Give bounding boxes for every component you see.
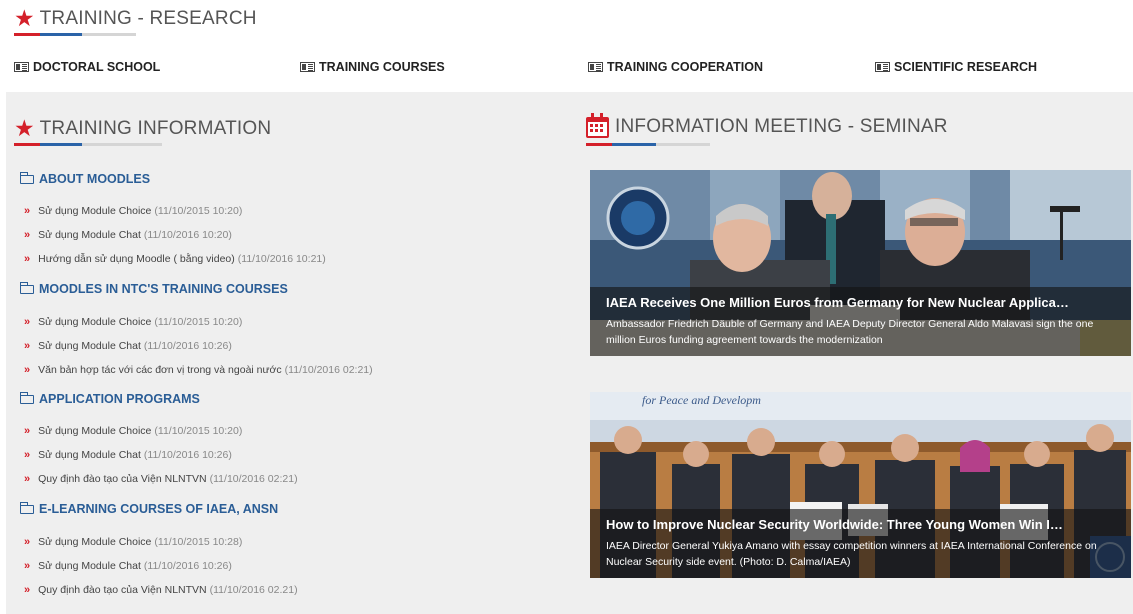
nav-training-courses[interactable]: TRAINING COURSES [300,60,445,74]
item-text: Sử dụng Module Chat [38,340,141,352]
item-text: Quy định đào tạo của Viện NLNTVN [38,584,207,596]
newspaper-icon [14,62,29,72]
meeting-underline [586,143,710,146]
newspaper-icon [875,62,890,72]
item-text: Văn bản hợp tác với các đơn vị trong và … [38,364,282,376]
category-label: E-LEARNING COURSES OF IAEA, ANSN [39,502,279,516]
nav-label: DOCTORAL SCHOOL [33,60,161,74]
category-application-programs[interactable]: APPLICATION PROGRAMS [19,391,200,406]
category-elearning-iaea[interactable]: E-LEARNING COURSES OF IAEA, ANSN [19,501,279,516]
item-date: (11/10/2015 10:20) [154,205,243,217]
nav-doctoral-school[interactable]: DOCTORAL SCHOOL [14,60,160,74]
section-header: ★ TRAINING - RESEARCH [14,7,257,30]
item-text: Sử dụng Module Choice [38,536,152,548]
training-info-title: TRAINING INFORMATION [39,117,272,139]
double-chevron-icon: » [24,364,31,376]
item-text: Hướng dẫn sử dụng Moodle ( bằng video) [38,253,235,265]
nav-label: TRAINING COOPERATION [607,60,764,74]
meeting-header: INFORMATION MEETING - SEMINAR [586,112,948,138]
item-text: Sử dụng Module Chat [38,229,141,241]
item-date: (11/10/2016 02.21) [209,584,298,596]
list-item[interactable]: » Sử dụng Module Choice (11/10/2015 10:2… [24,536,242,548]
news-card[interactable]: for Peace and Developm How to Improve Nu… [590,392,1131,578]
section-header-underline [14,33,136,36]
item-text: Sử dụng Module Choice [38,316,152,328]
item-date: (11/10/2016 10:20) [143,229,232,241]
section-header-title: TRAINING - RESEARCH [39,7,257,29]
folder-open-icon [19,501,34,514]
item-date: (11/10/2016 10:26) [143,340,232,352]
training-info-underline [14,143,162,146]
folder-open-icon [19,281,34,294]
calendar-icon [586,112,609,138]
category-about-moodles[interactable]: ABOUT MOODLES [19,171,151,186]
star-icon: ★ [14,115,35,141]
photo-banner-text: for Peace and Developm [642,393,761,407]
double-chevron-icon: » [24,229,31,241]
item-date: (11/10/2015 10:20) [154,425,243,437]
list-item[interactable]: » Sử dụng Module Choice (11/10/2015 10:2… [24,316,242,328]
double-chevron-icon: » [24,536,31,548]
double-chevron-icon: » [24,316,31,328]
double-chevron-icon: » [24,560,31,572]
list-item[interactable]: » Sử dụng Module Chat (11/10/2016 10:26) [24,340,232,352]
category-label: ABOUT MOODLES [39,172,151,186]
double-chevron-icon: » [24,205,31,217]
item-text: Sử dụng Module Choice [38,425,152,437]
training-info-header: ★ TRAINING INFORMATION [14,117,271,140]
double-chevron-icon: » [24,340,31,352]
item-date: (11/10/2016 10:26) [143,449,232,461]
category-label: APPLICATION PROGRAMS [39,392,200,406]
newspaper-icon [300,62,315,72]
list-item[interactable]: » Sử dụng Module Chat (11/10/2016 10:20) [24,229,232,241]
double-chevron-icon: » [24,584,31,596]
category-label: MOODLES IN NTC'S TRAINING COURSES [39,282,288,296]
item-date: (11/10/2015 10:28) [154,536,243,548]
double-chevron-icon: » [24,449,31,461]
double-chevron-icon: » [24,473,31,485]
news-description: IAEA Director General Yukiya Amano with … [606,540,1097,568]
double-chevron-icon: » [24,425,31,437]
news-title[interactable]: How to Improve Nuclear Security Worldwid… [606,517,1121,532]
news-description: Ambassador Friedrich Däuble of Germany a… [606,318,1094,346]
list-item[interactable]: » Sử dụng Module Choice (11/10/2015 10:2… [24,205,242,217]
nav-label: TRAINING COURSES [319,60,445,74]
item-text: Sử dụng Module Chat [38,560,141,572]
meeting-title: INFORMATION MEETING - SEMINAR [615,116,948,137]
item-text: Sử dụng Module Choice [38,205,152,217]
news-caption: How to Improve Nuclear Security Worldwid… [590,509,1131,578]
item-date: (11/10/2016 10:26) [143,560,232,572]
news-title[interactable]: IAEA Receives One Million Euros from Ger… [606,295,1121,310]
item-date: (11/10/2016 10:21) [237,253,326,265]
list-item[interactable]: » Quy định đào tạo của Viện NLNTVN (11/1… [24,473,298,485]
training-research-nav: DOCTORAL SCHOOL TRAINING COURSES TRAININ… [14,60,1124,78]
news-caption: IAEA Receives One Million Euros from Ger… [590,287,1131,356]
double-chevron-icon: » [24,253,31,265]
list-item[interactable]: » Hướng dẫn sử dụng Moodle ( bằng video)… [24,253,326,265]
item-date: (11/10/2015 10:20) [154,316,243,328]
item-date: (11/10/2016 02:21) [209,473,298,485]
nav-scientific-research[interactable]: SCIENTIFIC RESEARCH [875,60,1037,74]
item-text: Sử dụng Module Chat [38,449,141,461]
newspaper-icon [588,62,603,72]
news-card[interactable]: IAEA Receives One Million Euros from Ger… [590,170,1131,356]
folder-open-icon [19,391,34,404]
list-item[interactable]: » Quy định đào tạo của Viện NLNTVN (11/1… [24,584,298,596]
item-text: Quy định đào tạo của Viện NLNTVN [38,473,207,485]
list-item[interactable]: » Sử dụng Module Choice (11/10/2015 10:2… [24,425,242,437]
category-moodles-ntc[interactable]: MOODLES IN NTC'S TRAINING COURSES [19,281,288,296]
nav-training-cooperation[interactable]: TRAINING COOPERATION [588,60,763,74]
list-item[interactable]: » Văn bản hợp tác với các đơn vị trong v… [24,364,373,376]
list-item[interactable]: » Sử dụng Module Chat (11/10/2016 10:26) [24,449,232,461]
folder-open-icon [19,171,34,184]
nav-label: SCIENTIFIC RESEARCH [894,60,1038,74]
item-date: (11/10/2016 02:21) [284,364,373,376]
star-icon: ★ [14,5,35,31]
list-item[interactable]: » Sử dụng Module Chat (11/10/2016 10:26) [24,560,232,572]
